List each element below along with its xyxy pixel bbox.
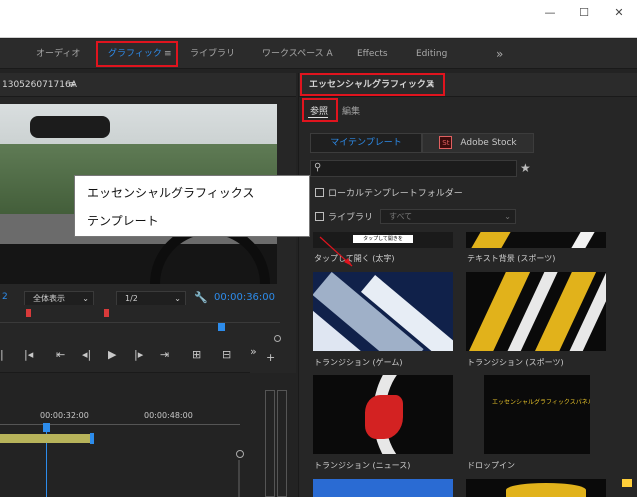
- callout-arrow: [319, 236, 353, 267]
